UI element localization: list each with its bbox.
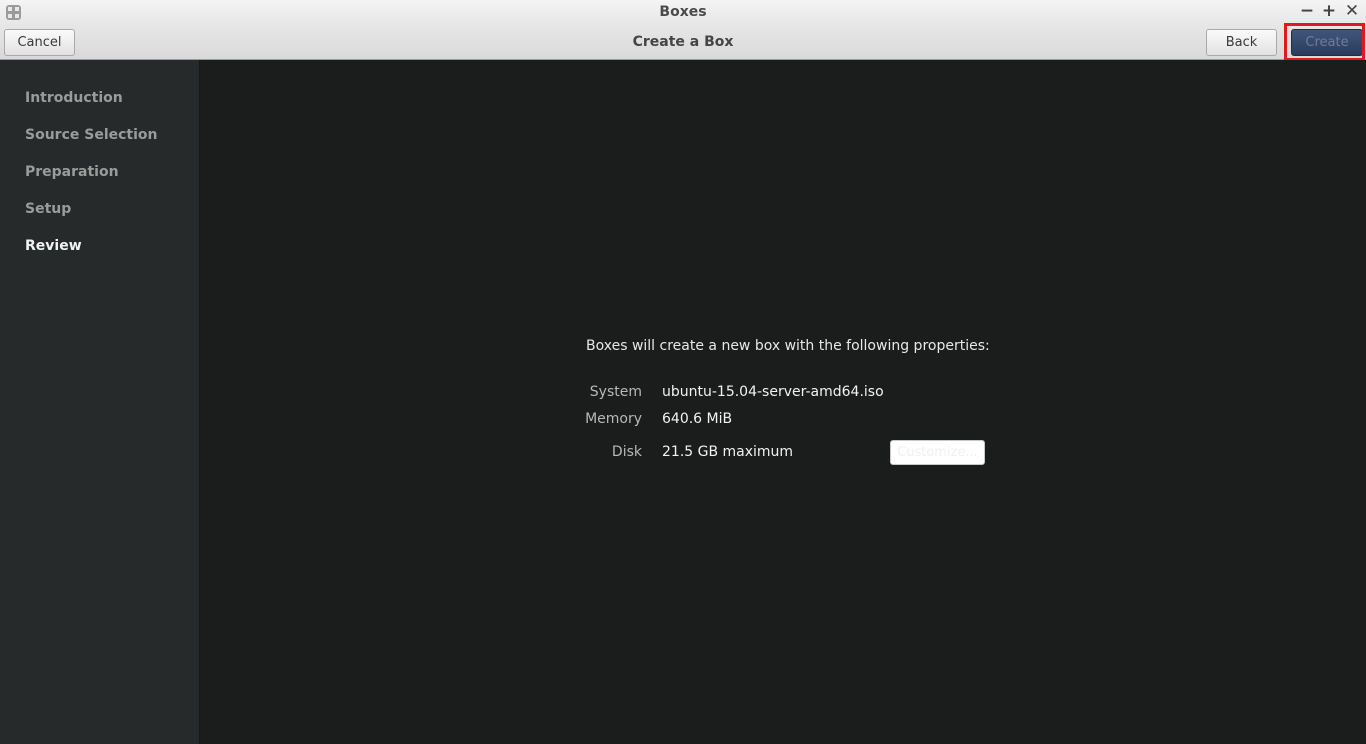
memory-value: 640.6 MiB [662, 411, 733, 427]
back-button[interactable]: Back [1206, 29, 1277, 56]
header-bar: Boxes − + ✕ Cancel Create a Box Back Cre… [0, 0, 1366, 60]
disk-label: Disk [611, 444, 642, 460]
app-title: Boxes [659, 4, 707, 20]
maximize-icon[interactable]: + [1320, 2, 1338, 20]
customize-button[interactable]: Customize... [890, 440, 985, 465]
disk-value: 21.5 GB maximum [662, 444, 794, 460]
minimize-icon[interactable]: − [1298, 2, 1316, 20]
sidebar-item-review[interactable]: Review [25, 238, 82, 254]
review-panel: Boxes will create a new box with the fol… [200, 60, 1366, 744]
system-value: ubuntu-15.04-server-amd64.iso [662, 384, 884, 400]
sidebar-item-setup[interactable]: Setup [25, 201, 71, 217]
review-summary: Boxes will create a new box with the fol… [586, 338, 990, 354]
sidebar: Introduction Source Selection Preparatio… [0, 60, 200, 744]
sidebar-item-source-selection[interactable]: Source Selection [25, 127, 158, 143]
system-label: System [589, 384, 642, 400]
sidebar-item-preparation[interactable]: Preparation [25, 164, 119, 180]
highlight-annotation [1284, 23, 1365, 61]
sidebar-item-introduction[interactable]: Introduction [25, 90, 123, 106]
page-title: Create a Box [632, 34, 734, 50]
boxes-window: Boxes − + ✕ Cancel Create a Box Back Cre… [0, 0, 1366, 744]
memory-label: Memory [585, 411, 642, 427]
close-icon[interactable]: ✕ [1343, 2, 1361, 20]
